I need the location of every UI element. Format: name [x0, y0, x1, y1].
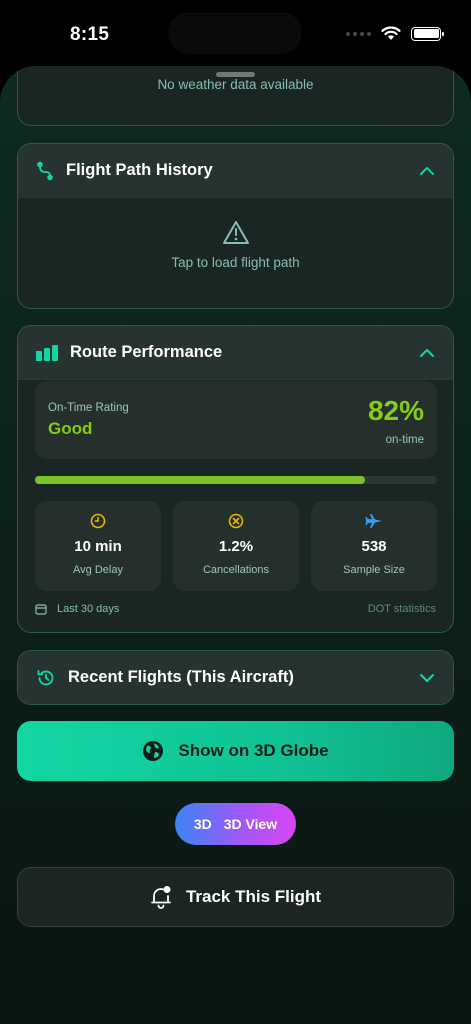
3d-view-label: 3D View: [223, 816, 278, 832]
battery-icon: [411, 26, 444, 41]
recent-flights-title: Recent Flights (This Aircraft): [68, 668, 294, 686]
clock-icon: [90, 513, 106, 529]
flight-details-sheet: No weather data available Flight Path Hi…: [0, 66, 471, 1024]
status-time: 8:15: [70, 24, 110, 45]
sheet-grabber[interactable]: [216, 72, 255, 77]
stat-value: 1.2%: [218, 538, 254, 555]
on-time-percent: 82%: [367, 395, 424, 426]
globe-icon: [143, 741, 164, 761]
flight-path-card: Flight Path History Tap to load flight p…: [17, 143, 454, 309]
recent-flights-header[interactable]: Recent Flights (This Aircraft): [18, 651, 453, 704]
3d-view-button[interactable]: 3D 3D View: [175, 803, 296, 845]
on-time-rating-value: Good: [48, 419, 93, 438]
show-on-3d-globe-label: Show on 3D Globe: [178, 741, 329, 760]
statistics-period: Last 30 days: [57, 603, 120, 615]
route-icon: [37, 161, 53, 180]
airplane-icon: [365, 514, 382, 528]
stat-value: 10 min: [74, 538, 122, 555]
status-icons: [346, 26, 444, 41]
statistics-source: DOT statistics: [367, 603, 436, 615]
stat-avg-delay: 10 min Avg Delay: [35, 501, 161, 591]
stat-cancellations: 1.2% Cancellations: [173, 501, 299, 591]
route-performance-footer: Last 30 days DOT statistics: [35, 603, 436, 615]
bar-chart-icon: [36, 344, 58, 361]
history-icon: [37, 669, 54, 685]
route-performance-card: Route Performance On-Time Rating Good 82…: [17, 325, 454, 633]
3d-badge-icon: 3D: [193, 816, 212, 832]
x-circle-icon: [228, 513, 244, 529]
chevron-up-icon[interactable]: [419, 166, 435, 176]
dynamic-island: [168, 12, 302, 54]
on-time-rating-label: On-Time Rating: [48, 402, 129, 414]
chevron-up-icon[interactable]: [419, 348, 435, 358]
load-flight-path-prompt[interactable]: Tap to load flight path: [171, 255, 299, 270]
route-performance-header[interactable]: Route Performance: [18, 326, 453, 380]
stat-label: Cancellations: [202, 564, 270, 576]
chevron-down-icon[interactable]: [419, 673, 435, 683]
calendar-icon: [35, 604, 47, 615]
bell-badge-icon: [151, 886, 171, 909]
warning-icon: [222, 221, 249, 244]
flight-path-title: Flight Path History: [66, 161, 213, 179]
on-time-sub-label: on-time: [385, 434, 424, 446]
status-bar: 8:15: [0, 0, 471, 70]
on-time-progress-fill: [35, 476, 365, 484]
weather-empty-message: No weather data available: [157, 77, 314, 92]
stat-sample-size: 538 Sample Size: [311, 501, 437, 591]
on-time-rating-box: On-Time Rating Good 82% on-time: [35, 381, 437, 459]
wifi-icon: [381, 26, 401, 40]
flight-path-header[interactable]: Flight Path History: [18, 144, 453, 198]
track-this-flight-button[interactable]: Track This Flight: [17, 867, 454, 927]
recent-flights-card: Recent Flights (This Aircraft): [17, 650, 454, 705]
cellular-icon: [346, 31, 371, 36]
on-time-progress-bar: [35, 476, 437, 484]
route-performance-title: Route Performance: [70, 343, 223, 361]
stat-value: 538: [361, 538, 387, 555]
flight-path-body[interactable]: Tap to load flight path: [18, 198, 453, 270]
stat-label: Sample Size: [343, 564, 405, 576]
stat-label: Avg Delay: [73, 564, 123, 576]
show-on-3d-globe-button[interactable]: Show on 3D Globe: [17, 721, 454, 781]
track-this-flight-label: Track This Flight: [185, 887, 322, 906]
route-stats: 10 min Avg Delay 1.2% Cancellations 538 …: [35, 501, 437, 591]
